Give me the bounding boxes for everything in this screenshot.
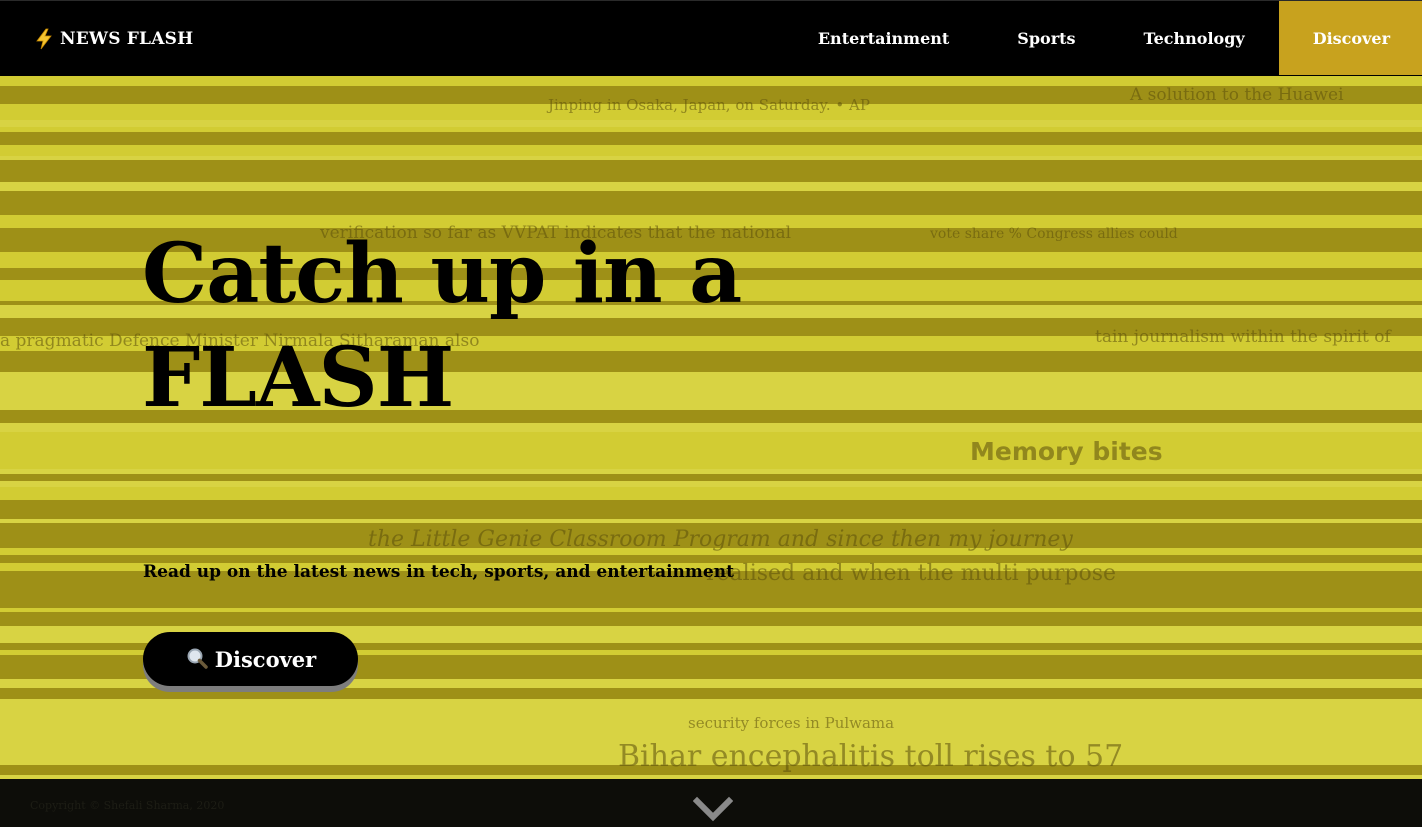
paper-stripe	[0, 515, 1422, 519]
paper-stripe	[0, 165, 1422, 182]
paper-stripe	[0, 156, 1422, 160]
brand-logo[interactable]: NEWS FLASH	[0, 1, 193, 76]
paper-stripe	[0, 469, 1422, 474]
hero-title-line-1: Catch up in a	[142, 226, 742, 322]
paper-stripe	[0, 182, 1422, 191]
paper-stripe	[0, 500, 1422, 515]
paper-stripe	[0, 598, 1422, 608]
paper-stripe	[0, 439, 1422, 448]
nav-item-sports[interactable]: Sports	[983, 1, 1109, 75]
paper-stripe	[0, 160, 1422, 165]
paper-stripe	[0, 699, 1422, 704]
magnifying-glass-icon	[187, 648, 208, 669]
chevron-down-icon[interactable]	[693, 795, 733, 823]
hero-title: Catch up in a FLASH	[142, 222, 862, 430]
paper-stripe	[0, 474, 1422, 481]
paper-stripe	[0, 120, 1422, 127]
paper-stripe	[0, 519, 1422, 523]
paper-stripe	[0, 688, 1422, 699]
paper-stripe	[0, 432, 1422, 439]
hero-title-line-2: FLASH	[142, 330, 454, 426]
nav-links: Entertainment Sports Technology Discover	[784, 1, 1422, 75]
nav-item-discover[interactable]: Discover	[1278, 1, 1422, 75]
bg-text: realised and when the multi purpose	[706, 561, 1116, 586]
paper-stripe	[0, 704, 1422, 714]
paper-stripe	[0, 198, 1422, 215]
paper-stripe	[0, 215, 1422, 222]
bg-text: Bihar encephalitis toll rises to 57	[618, 739, 1123, 774]
paper-stripe	[0, 608, 1422, 612]
discover-button[interactable]: Discover	[143, 632, 358, 686]
discover-button-label: Discover	[214, 646, 317, 672]
paper-stripe	[0, 612, 1422, 626]
hero-subtitle: Read up on the latest news in tech, spor…	[143, 562, 734, 582]
nav-item-technology[interactable]: Technology	[1110, 1, 1279, 75]
paper-stripe	[0, 145, 1422, 156]
nav-item-entertainment[interactable]: Entertainment	[784, 1, 983, 75]
paper-stripe	[0, 487, 1422, 500]
bg-text: Memory bites	[970, 437, 1163, 466]
navbar: NEWS FLASH Entertainment Sports Technolo…	[0, 0, 1422, 76]
bg-text: security forces in Pulwama	[688, 714, 894, 732]
hero-section: Jinping in Osaka, Japan, on Saturday. • …	[0, 76, 1422, 779]
brand-name: NEWS FLASH	[60, 28, 194, 49]
bg-text: the Little Genie Classroom Program and s…	[368, 527, 1073, 552]
copyright-text: Copyright © Shefali Sharma, 2020	[30, 799, 225, 812]
paper-stripe	[0, 448, 1422, 453]
bg-text: A solution to the Huawei	[1129, 85, 1344, 105]
paper-stripe	[0, 481, 1422, 487]
paper-stripe	[0, 127, 1422, 132]
paper-stripe	[0, 453, 1422, 469]
lightning-bolt-icon	[36, 28, 52, 49]
paper-stripe	[0, 589, 1422, 598]
paper-stripe	[0, 132, 1422, 145]
bg-text: vote share % Congress allies could	[929, 226, 1178, 242]
paper-stripe	[0, 191, 1422, 198]
bg-text: Jinping in Osaka, Japan, on Saturday. • …	[546, 96, 870, 114]
footer: Copyright © Shefali Sharma, 2020	[0, 779, 1422, 827]
bg-text: tain journalism within the spirit of	[1095, 327, 1392, 347]
